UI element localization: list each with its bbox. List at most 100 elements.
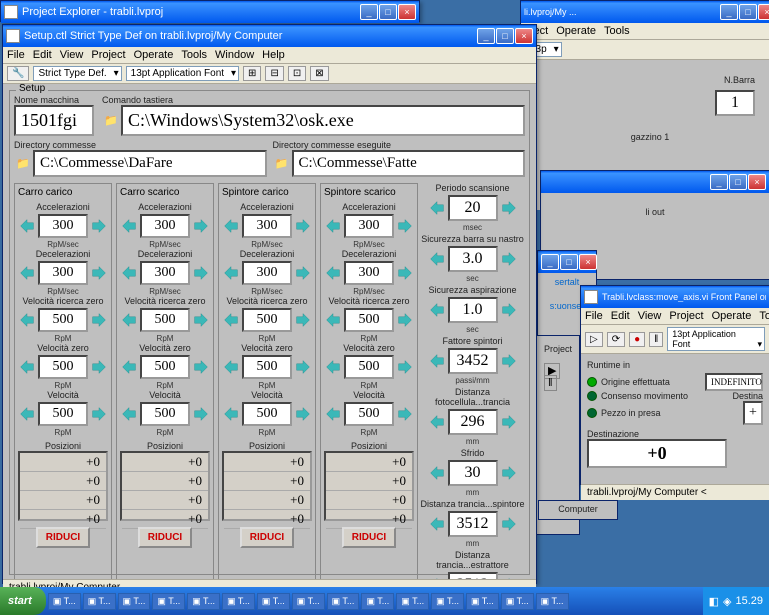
riduci-button[interactable]: RIDUCI — [342, 527, 396, 548]
posizioni-list[interactable]: +0+0 +0+0 — [18, 451, 108, 521]
ricerca-input[interactable]: 500 — [242, 308, 292, 332]
arrow-180-icon[interactable] — [294, 311, 312, 329]
arrow-180-icon[interactable] — [90, 264, 108, 282]
ricerca-input[interactable]: 500 — [140, 308, 190, 332]
sicbarra-input[interactable]: 3.0 — [448, 246, 498, 272]
arrow-0-icon[interactable] — [428, 515, 446, 533]
close-button[interactable]: × — [515, 28, 533, 44]
vzero-input[interactable]: 500 — [38, 355, 88, 379]
tray-icon[interactable]: ◈ — [723, 595, 731, 608]
taskbar-item[interactable]: ▣ T... — [83, 593, 116, 610]
taskbar-item[interactable]: ▣ T... — [361, 593, 394, 610]
accel-input[interactable]: 300 — [344, 214, 394, 238]
arrow-180-icon[interactable] — [192, 217, 210, 235]
decel-input[interactable]: 300 — [38, 261, 88, 285]
taskbar-item[interactable]: ▣ T... — [222, 593, 255, 610]
posizioni-list[interactable]: +0+0 +0+0 — [222, 451, 312, 521]
posizioni-list[interactable]: +0+0 +0+0 — [324, 451, 414, 521]
run-icon[interactable]: ▷ — [585, 332, 603, 347]
dir2-input[interactable]: C:\Commesse\Fatte — [292, 150, 526, 177]
dest-input[interactable]: +0 — [587, 439, 727, 468]
arrow-0-icon[interactable] — [18, 405, 36, 423]
arrow-0-icon[interactable] — [18, 311, 36, 329]
menu-operate[interactable]: Operate — [134, 49, 174, 61]
browse-icon[interactable]: 📁 — [273, 155, 291, 173]
taskbar-item[interactable]: ▣ T... — [466, 593, 499, 610]
arrow-180-icon[interactable] — [294, 358, 312, 376]
arrow-180-icon[interactable] — [192, 311, 210, 329]
maximize-button[interactable]: □ — [379, 4, 397, 20]
min-icon[interactable]: _ — [720, 4, 738, 20]
posizioni-list[interactable]: +0+0 +0+0 — [120, 451, 210, 521]
vzero-input[interactable]: 500 — [140, 355, 190, 379]
menu-file[interactable]: File — [7, 49, 25, 61]
arrow-180-icon[interactable] — [192, 405, 210, 423]
taskbar-item[interactable]: ▣ T... — [187, 593, 220, 610]
menu-window[interactable]: Window — [215, 49, 254, 61]
arrow-0-icon[interactable] — [324, 311, 342, 329]
arrow-180-icon[interactable] — [192, 358, 210, 376]
cmd-input[interactable]: C:\Windows\System32\osk.exe — [121, 105, 525, 136]
taskbar-item[interactable]: ▣ T... — [396, 593, 429, 610]
arrow-0-icon[interactable] — [324, 358, 342, 376]
browse-icon[interactable]: 📁 — [14, 155, 32, 173]
arrow-180-icon[interactable] — [500, 199, 518, 217]
minimize-button[interactable]: _ — [477, 28, 495, 44]
resize-icon[interactable]: ⊠ — [310, 66, 328, 81]
reorder-icon[interactable]: ⊡ — [288, 66, 306, 81]
taskbar-item[interactable]: ▣ T... — [431, 593, 464, 610]
type-dropdown[interactable]: Strict Type Def. — [33, 66, 121, 81]
accel-input[interactable]: 300 — [242, 214, 292, 238]
vzero-input[interactable]: 500 — [242, 355, 292, 379]
arrow-180-icon[interactable] — [90, 358, 108, 376]
font-dropdown[interactable]: 13pt Application Font — [667, 327, 765, 351]
arrow-0-icon[interactable] — [428, 464, 446, 482]
arrow-180-icon[interactable] — [294, 217, 312, 235]
arrow-180-icon[interactable] — [90, 405, 108, 423]
dir1-input[interactable]: C:\Commesse\DaFare — [33, 150, 267, 177]
arrow-180-icon[interactable] — [396, 217, 414, 235]
taskbar-item[interactable]: ▣ T... — [536, 593, 569, 610]
arrow-180-icon[interactable] — [294, 405, 312, 423]
ricerca-input[interactable]: 500 — [344, 308, 394, 332]
arrow-0-icon[interactable] — [428, 199, 446, 217]
sicasp-input[interactable]: 1.0 — [448, 297, 498, 323]
abort-icon[interactable]: ● — [629, 332, 645, 347]
distribute-icon[interactable]: ⊟ — [265, 66, 283, 81]
close-icon[interactable]: × — [758, 4, 769, 20]
arrow-180-icon[interactable] — [396, 358, 414, 376]
arrow-180-icon[interactable] — [90, 217, 108, 235]
wrench-icon[interactable]: 🔧 — [7, 66, 29, 81]
sfrido-input[interactable]: 30 — [448, 460, 498, 486]
arrow-0-icon[interactable] — [428, 352, 446, 370]
arrow-0-icon[interactable] — [18, 358, 36, 376]
arrow-0-icon[interactable] — [222, 311, 240, 329]
arrow-0-icon[interactable] — [428, 250, 446, 268]
arrow-0-icon[interactable] — [428, 413, 446, 431]
arrow-180-icon[interactable] — [294, 264, 312, 282]
tray-icon[interactable]: ◧ — [709, 595, 719, 608]
arrow-180-icon[interactable] — [90, 311, 108, 329]
arrow-0-icon[interactable] — [18, 217, 36, 235]
arrow-180-icon[interactable] — [500, 464, 518, 482]
accel-input[interactable]: 300 — [38, 214, 88, 238]
arrow-0-icon[interactable] — [120, 405, 138, 423]
ricerca-input[interactable]: 500 — [38, 308, 88, 332]
arrow-180-icon[interactable] — [500, 301, 518, 319]
vel-input[interactable]: 500 — [38, 402, 88, 426]
maximize-button[interactable]: □ — [496, 28, 514, 44]
arrow-180-icon[interactable] — [396, 264, 414, 282]
fattore-input[interactable]: 3452 — [448, 348, 498, 374]
vel-input[interactable]: 500 — [344, 402, 394, 426]
arrow-0-icon[interactable] — [222, 405, 240, 423]
arrow-0-icon[interactable] — [18, 264, 36, 282]
vel-input[interactable]: 500 — [140, 402, 190, 426]
periodo-input[interactable]: 20 — [448, 195, 498, 221]
taskbar-item[interactable]: ▣ T... — [501, 593, 534, 610]
font-dropdown[interactable]: 13pt Application Font — [126, 66, 239, 81]
arrow-180-icon[interactable] — [396, 311, 414, 329]
arrow-180-icon[interactable] — [500, 515, 518, 533]
taskbar-item[interactable]: ▣ T... — [257, 593, 290, 610]
arrow-0-icon[interactable] — [428, 301, 446, 319]
arrow-180-icon[interactable] — [396, 405, 414, 423]
